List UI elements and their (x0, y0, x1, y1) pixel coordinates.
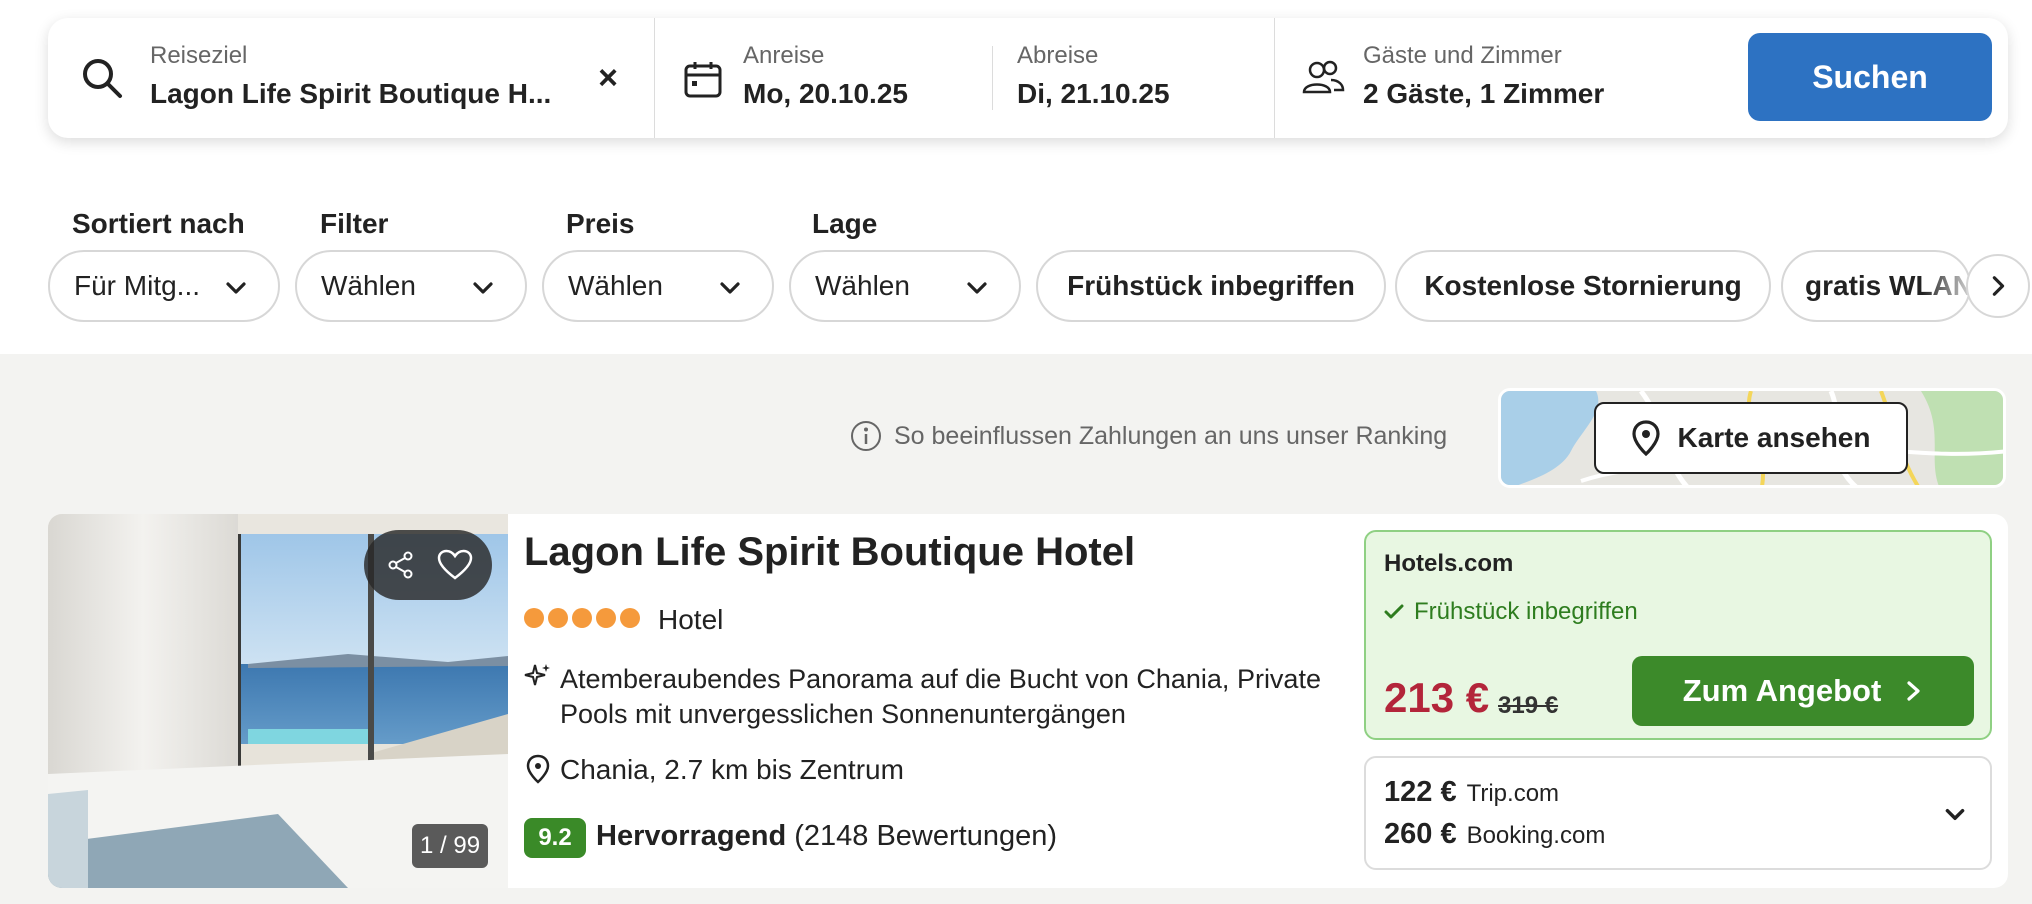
map-pin-icon (1631, 420, 1660, 456)
price-label: Preis (566, 208, 635, 239)
view-deal-label: Zum Angebot (1682, 673, 1882, 708)
deal-perk: Frühstück inbegriffen (1384, 598, 1638, 626)
star-icon (596, 608, 616, 628)
star-icon (524, 608, 544, 628)
star-icon (620, 608, 640, 628)
share-icon[interactable] (381, 545, 421, 585)
star-rating (524, 608, 640, 628)
deal-price: 213 € (1384, 674, 1490, 721)
star-icon (572, 608, 592, 628)
clear-icon[interactable]: × (588, 58, 628, 98)
rating-word: Hervorragend (596, 820, 787, 852)
guests-value[interactable]: 2 Gäste, 1 Zimmer (1363, 78, 1604, 110)
guests-label: Gäste und Zimmer (1363, 42, 1562, 69)
offer-price: 260 € (1384, 818, 1457, 850)
tag-breakfast[interactable]: Frühstück inbegriffen (1036, 250, 1386, 322)
tag-free-wifi-label: gratis WLAN (1805, 270, 1971, 301)
hotel-location: Chania, 2.7 km bis Zentrum (560, 754, 904, 785)
info-icon (851, 421, 881, 451)
star-icon (548, 608, 568, 628)
search-button[interactable]: Suchen (1748, 33, 1992, 121)
view-deal-button[interactable]: Zum Angebot (1632, 656, 1974, 726)
tag-free-wifi[interactable]: gratis WLAN (1781, 250, 1971, 322)
filter-value: Wählen (321, 270, 416, 301)
destination-label: Reiseziel (150, 42, 248, 69)
search-icon (83, 59, 122, 98)
filter-dropdown[interactable]: Wählen (295, 250, 527, 322)
price-value: Wählen (568, 270, 663, 301)
view-map-label: Karte ansehen (1677, 422, 1871, 453)
location-dropdown[interactable]: Wählen (789, 250, 1021, 322)
hotel-name[interactable]: Lagon Life Spirit Boutique Hotel (524, 530, 1135, 575)
guests-icon (1302, 60, 1345, 94)
sort-dropdown[interactable]: Für Mitg... (48, 250, 280, 322)
check-icon (1384, 604, 1404, 619)
hotel-highlight: Atemberaubendes Panorama auf die Bucht v… (560, 664, 1321, 729)
offer-row: 260 € Booking.com (1384, 818, 1605, 851)
rating-score-badge: 9.2 (524, 818, 586, 858)
sparkle-icon (524, 664, 550, 686)
top-deal[interactable]: Hotels.com Frühstück inbegriffen 213 € 3… (1364, 530, 1992, 740)
location-label: Lage (812, 208, 878, 239)
rating-count: (2148 Bewertungen) (794, 820, 1058, 852)
date-divider (992, 46, 993, 110)
offer-price: 122 € (1384, 776, 1457, 808)
offer-site: Trip.com (1466, 780, 1560, 807)
image-counter: 1 / 99 (412, 824, 489, 868)
calendar-icon (684, 62, 722, 98)
checkin-value[interactable]: Mo, 20.10.25 (743, 78, 908, 110)
deal-provider: Hotels.com (1384, 550, 1514, 577)
destination-field[interactable]: Reiseziel Lagon Life Spirit Boutique H..… (48, 18, 655, 138)
deal-old-price: 319 € (1498, 692, 1559, 719)
ranking-note[interactable]: So beeinflussen Zahlungen an uns unser R… (850, 420, 1447, 452)
heart-icon[interactable] (435, 545, 475, 585)
offer-site: Booking.com (1466, 822, 1606, 849)
dates-field: Anreise Mo, 20.10.25 Abreise Di, 21.10.2… (655, 18, 1275, 138)
rating-summary[interactable]: Hervorragend (2148 Bewertungen) (596, 820, 1057, 853)
offer-row: 122 € Trip.com (1384, 776, 1559, 809)
tag-free-cancellation[interactable]: Kostenlose Stornierung (1395, 250, 1771, 322)
checkout-value[interactable]: Di, 21.10.25 (1017, 78, 1170, 110)
ranking-note-text: So beeinflussen Zahlungen an uns unser R… (894, 421, 1448, 450)
view-map-button[interactable]: Karte ansehen (1594, 402, 1908, 474)
location-pin-icon (526, 754, 550, 784)
more-offers-dropdown[interactable]: 122 € Trip.com 260 € Booking.com (1364, 756, 1992, 870)
chevron-down-icon (473, 282, 493, 294)
chevron-right-icon (1907, 681, 1920, 701)
chevron-down-icon (720, 282, 740, 294)
chevron-down-icon (1945, 808, 1965, 820)
filter-label: Filter (320, 208, 389, 239)
checkout-label: Abreise (1017, 42, 1099, 69)
price-dropdown[interactable]: Wählen (542, 250, 774, 322)
search-bar: Reiseziel Lagon Life Spirit Boutique H..… (48, 18, 2008, 138)
hotel-result-card[interactable]: 1 / 99 Lagon Life Spirit Boutique Hotel … (48, 514, 2008, 888)
chevron-right-icon (1992, 276, 2005, 296)
hotel-type: Hotel (658, 604, 724, 635)
chevron-down-icon (967, 282, 987, 294)
location-value: Wählen (815, 270, 910, 301)
checkin-label: Anreise (743, 42, 825, 69)
deal-perk-text: Frühstück inbegriffen (1414, 598, 1638, 625)
destination-value[interactable]: Lagon Life Spirit Boutique H... (150, 78, 551, 110)
image-actions (364, 530, 492, 600)
sort-label: Sortiert nach (72, 208, 245, 239)
sort-value: Für Mitg... (74, 270, 201, 301)
chevron-down-icon (226, 282, 246, 294)
filters-scroll-right-button[interactable] (1966, 254, 2030, 318)
